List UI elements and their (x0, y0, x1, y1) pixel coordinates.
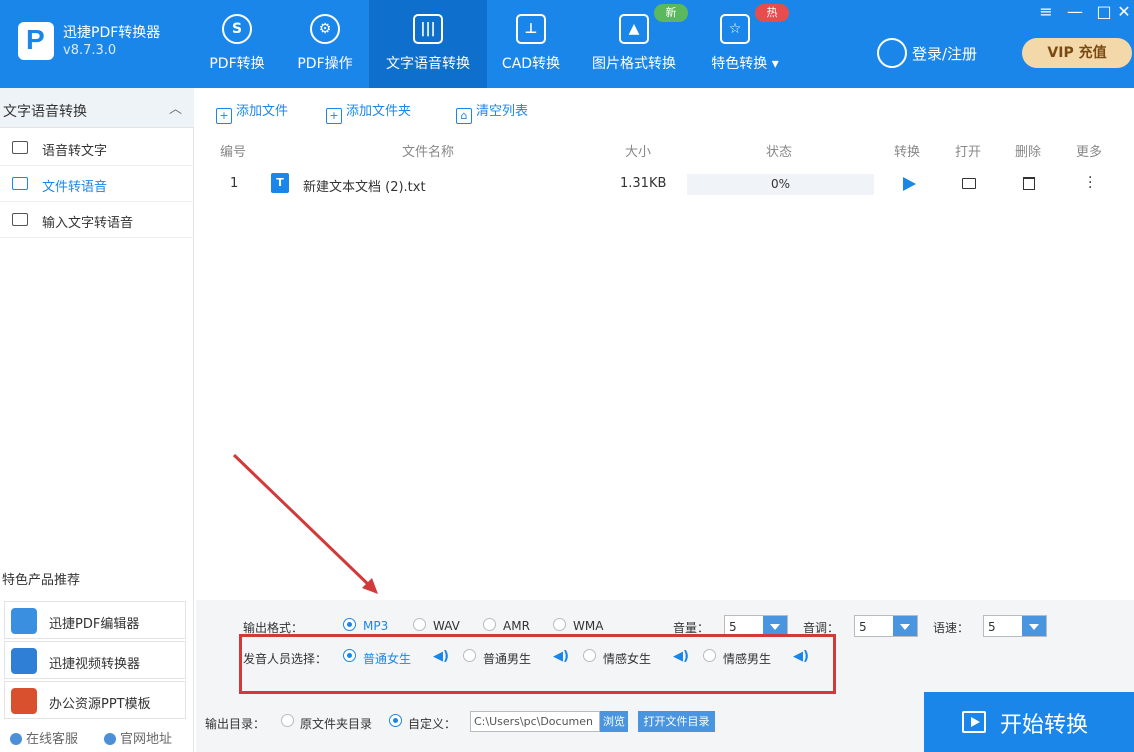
play-icon (962, 711, 986, 733)
output-original-label[interactable]: 原文件夹目录 (300, 715, 372, 732)
output-custom-radio[interactable] (389, 714, 402, 727)
output-original-radio[interactable] (281, 714, 294, 727)
annotation-arrow (232, 453, 378, 594)
start-convert-button[interactable]: 开始转换 (924, 692, 1134, 752)
output-path-input[interactable]: C:\Users\pc\Documen (470, 711, 600, 732)
open-dir-button[interactable]: 打开文件目录 (638, 711, 715, 732)
browse-button[interactable]: 浏览 (600, 711, 628, 732)
output-custom-label[interactable]: 自定义： (408, 715, 456, 732)
output-dir-label: 输出目录： (205, 717, 266, 731)
